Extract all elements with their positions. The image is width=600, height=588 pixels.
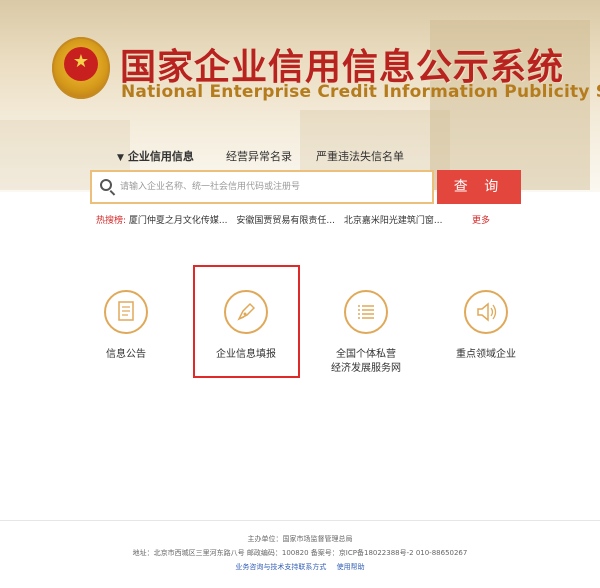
- tab-abnormal-list[interactable]: 经营异常名录: [226, 148, 292, 164]
- tab-enterprise-credit[interactable]: ▼ 企业信用信息: [117, 148, 194, 164]
- search-input[interactable]: [120, 177, 420, 197]
- hot-search-item[interactable]: 安徽国贾贸易有限责任...: [236, 216, 335, 226]
- service-private-economy[interactable]: 全国个体私营 经济发展服务网: [316, 290, 416, 376]
- triangle-down-icon: ▼: [117, 153, 124, 163]
- footer-organizer: 主办单位：国家市场监督管理总局: [247, 535, 353, 543]
- help-link[interactable]: 使用帮助: [337, 563, 365, 571]
- site-subtitle: National Enterprise Credit Information P…: [121, 82, 600, 102]
- service-key-enterprises[interactable]: 重点领域企业: [436, 290, 536, 362]
- service-info-notice[interactable]: 信息公告: [76, 290, 176, 362]
- search-icon: [100, 179, 112, 191]
- list-icon: [344, 290, 388, 334]
- search-button[interactable]: 查 询: [437, 170, 521, 204]
- hot-search: 热搜榜: 厦门仲夏之月文化传媒... 安徽国贾贸易有限责任... 北京嘉米阳光建…: [96, 213, 496, 226]
- hot-search-item[interactable]: 厦门仲夏之月文化传媒...: [129, 216, 228, 226]
- speaker-icon: [464, 290, 508, 334]
- footer-divider: [0, 520, 600, 521]
- document-icon: [104, 290, 148, 334]
- national-emblem-icon: ★: [52, 37, 110, 99]
- footer-links: 业务咨询与技术支持联系方式 使用帮助: [0, 562, 600, 572]
- hot-search-item[interactable]: 北京嘉米阳光建筑门窗...: [344, 216, 443, 226]
- more-link[interactable]: 更多: [472, 213, 490, 226]
- service-label: 信息公告: [106, 349, 146, 360]
- support-contact-link[interactable]: 业务咨询与技术支持联系方式: [235, 563, 326, 571]
- tab-serious-violation-list[interactable]: 严重违法失信名单: [316, 148, 404, 164]
- service-label: 重点领域企业: [456, 349, 516, 360]
- hot-search-label: 热搜榜:: [96, 216, 127, 226]
- search-tabs: ▼ 企业信用信息 经营异常名录 严重违法失信名单: [0, 148, 600, 164]
- search-box: [90, 170, 434, 204]
- highlight-box: [193, 265, 300, 378]
- footer-address: 地址：北京市西城区三里河东路八号 邮政编码：100820 备案号：京ICP备18…: [132, 549, 468, 557]
- service-label: 全国个体私营 经济发展服务网: [331, 349, 401, 374]
